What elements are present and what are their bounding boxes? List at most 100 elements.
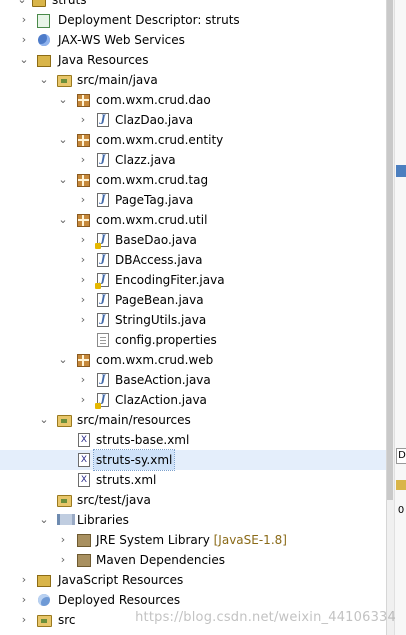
package-icon [77,134,90,147]
tree-item-label: struts.xml [96,473,157,487]
java-file-warning-icon: J [95,393,109,409]
tree-item-struts[interactable]: ⌄ struts [0,0,386,10]
tree-item-struts-xml[interactable]: X struts.xml [0,470,386,490]
web-services-icon [38,34,50,46]
source-folder-icon [57,415,72,427]
java-file-icon: J [97,113,109,127]
expand-arrow-icon[interactable]: › [57,530,69,550]
deployed-resources-icon [38,594,50,606]
tree-item-label: config.properties [115,333,217,347]
panel-edge-text: 0 [397,505,405,516]
tree-item-label: PageTag.java [115,193,194,207]
expand-arrow-icon[interactable]: › [18,610,30,630]
tree-item-label: struts [52,0,87,7]
deployment-descriptor-icon [37,14,50,28]
tree-item-src-test-java[interactable]: src/test/java [0,490,386,510]
tree-item-label: struts-sy.xml [92,449,176,471]
project-explorer-tree[interactable]: ⌄ struts › Deployment Descriptor: struts… [0,0,386,635]
tree-item-pagetag[interactable]: › J PageTag.java [0,190,386,210]
collapse-arrow-icon[interactable]: ⌄ [38,70,50,90]
java-file-icon: J [97,293,109,307]
tree-item-dbaccess[interactable]: › J DBAccess.java [0,250,386,270]
tree-item-package-web[interactable]: ⌄ com.wxm.crud.web [0,350,386,370]
tree-item-label: ClazAction.java [115,393,207,407]
tree-item-package-tag[interactable]: ⌄ com.wxm.crud.tag [0,170,386,190]
tree-item-label: com.wxm.crud.tag [96,173,209,187]
collapse-arrow-icon[interactable]: ⌄ [57,130,69,150]
tree-item-label: JRE System Library [JavaSE-1.8] [96,533,287,547]
watermark: https://blog.csdn.net/weixin_44106334 [135,610,396,625]
tree-item-clazdao[interactable]: › J ClazDao.java [0,110,386,130]
tree-item-encodingfiter[interactable]: › J EncodingFiter.java [0,270,386,290]
tree-item-label: com.wxm.crud.entity [96,133,224,147]
expand-arrow-icon[interactable]: › [77,150,89,170]
java-resources-icon [37,55,51,67]
expand-arrow-icon[interactable]: › [18,590,30,610]
collapse-arrow-icon[interactable]: ⌄ [38,410,50,430]
collapse-arrow-icon[interactable]: ⌄ [38,510,50,530]
expand-arrow-icon[interactable]: › [77,110,89,130]
adjacent-panel-edge [394,0,406,635]
tree-item-clazz[interactable]: › J Clazz.java [0,150,386,170]
tree-item-java-resources[interactable]: ⌄ Java Resources [0,50,386,70]
tree-item-package-util[interactable]: ⌄ com.wxm.crud.util [0,210,386,230]
expand-arrow-icon[interactable]: › [77,310,89,330]
tree-item-struts-sy-xml[interactable]: X struts-sy.xml [0,449,386,471]
expand-arrow-icon[interactable]: › [18,10,30,30]
tree-item-config-properties[interactable]: config.properties [0,330,386,350]
tree-item-label: StringUtils.java [115,313,207,327]
tree-item-label: PageBean.java [115,293,204,307]
tree-item-label: DBAccess.java [115,253,203,267]
project-icon [32,0,46,7]
tree-item-label: src/test/java [77,493,151,507]
collapse-arrow-icon[interactable]: ⌄ [57,210,69,230]
tree-item-label: struts-base.xml [96,433,190,447]
package-icon [77,214,90,227]
tree-item-jax-ws[interactable]: › JAX-WS Web Services [0,30,386,50]
tree-item-stringutils[interactable]: › J StringUtils.java [0,310,386,330]
expand-arrow-icon[interactable]: › [77,270,89,290]
scrollbar-thumb[interactable] [387,0,393,500]
folder-icon [37,615,52,627]
collapse-arrow-icon[interactable]: ⌄ [18,50,30,70]
tree-item-pagebean[interactable]: › J PageBean.java [0,290,386,310]
expand-arrow-icon[interactable]: › [18,30,30,50]
expand-arrow-icon[interactable]: › [77,370,89,390]
tree-item-label: com.wxm.crud.dao [96,93,211,107]
expand-arrow-icon[interactable]: › [77,190,89,210]
collapse-arrow-icon[interactable]: ⌄ [57,350,69,370]
collapse-arrow-icon[interactable]: ⌄ [16,0,28,10]
xml-file-icon: X [78,453,90,467]
tree-item-package-entity[interactable]: ⌄ com.wxm.crud.entity [0,130,386,150]
tree-item-label: Libraries [77,513,129,527]
tree-item-label: ClazDao.java [115,113,194,127]
tree-item-maven-dependencies[interactable]: › Maven Dependencies [0,550,386,570]
collapse-arrow-icon[interactable]: ⌄ [57,90,69,110]
tree-item-src-main-java[interactable]: ⌄ src/main/java [0,70,386,90]
tree-item-src-main-resources[interactable]: ⌄ src/main/resources [0,410,386,430]
tree-item-jre-system-library[interactable]: › JRE System Library [JavaSE-1.8] [0,530,386,550]
expand-arrow-icon[interactable]: › [57,550,69,570]
tree-item-basedao[interactable]: › J BaseDao.java [0,230,386,250]
tree-item-deployment-descriptor[interactable]: › Deployment Descriptor: struts [0,10,386,30]
expand-arrow-icon[interactable]: › [77,290,89,310]
tree-item-clazaction[interactable]: › J ClazAction.java [0,390,386,410]
expand-arrow-icon[interactable]: › [77,230,89,250]
tree-item-struts-base-xml[interactable]: X struts-base.xml [0,430,386,450]
tree-item-label: src [58,613,76,627]
library-icon [77,534,91,547]
xml-file-icon: X [78,473,90,487]
expand-arrow-icon[interactable]: › [18,570,30,590]
tree-item-libraries[interactable]: ⌄ Libraries [0,510,386,530]
tree-item-baseaction[interactable]: › J BaseAction.java [0,370,386,390]
java-file-icon: J [97,253,109,267]
tree-item-javascript-resources[interactable]: › JavaScript Resources [0,570,386,590]
expand-arrow-icon[interactable]: › [77,390,89,410]
tree-item-package-dao[interactable]: ⌄ com.wxm.crud.dao [0,90,386,110]
expand-arrow-icon[interactable]: › [77,250,89,270]
tree-item-deployed-resources[interactable]: › Deployed Resources [0,590,386,610]
tree-item-label: BaseDao.java [115,233,197,247]
java-file-icon: J [97,313,109,327]
javascript-resources-icon [37,575,51,587]
collapse-arrow-icon[interactable]: ⌄ [57,170,69,190]
